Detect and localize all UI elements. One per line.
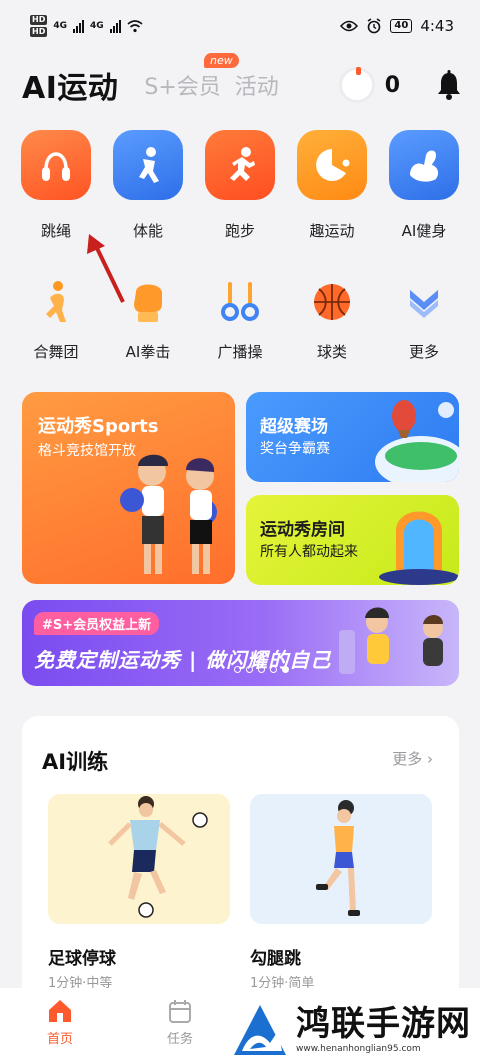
muscle-arm-icon	[389, 130, 459, 200]
sports-show-banner[interactable]: 运动秀Sports 格斗竞技馆开放	[22, 392, 235, 584]
chevron-right-icon: ›	[427, 750, 433, 768]
vip-promo-banner[interactable]: #S+会员权益上新 免费定制运动秀 | 做闪耀的自己	[22, 600, 459, 686]
feature-fitness[interactable]: 体能	[102, 130, 194, 241]
nav-label: 任务	[166, 1032, 193, 1047]
feature-label: 跑步	[224, 222, 255, 240]
feature-label: 合舞团	[33, 343, 79, 361]
feature-row-primary: 跳绳 体能 跑步 趣运动 AI健身	[10, 130, 470, 241]
feature-jump-rope[interactable]: 跳绳	[10, 130, 102, 241]
portal-illustration	[379, 511, 459, 585]
status-right: 40 4:43	[340, 17, 454, 35]
network-label: 4G	[90, 21, 104, 31]
carousel-dot[interactable]	[234, 666, 241, 673]
carousel-dot-active[interactable]	[282, 666, 289, 673]
jump-rope-icon	[21, 130, 91, 200]
new-badge: new	[204, 53, 239, 68]
tab-vip[interactable]: S+会员 new	[144, 53, 239, 101]
avatars-illustration	[339, 607, 443, 674]
tab-vip-label: S+会员	[144, 75, 221, 100]
battery-icon: 40	[390, 19, 413, 33]
running-icon	[205, 130, 275, 200]
bell-icon[interactable]	[436, 70, 462, 100]
jumping-woman-illustration	[316, 800, 360, 916]
fitness-runner-icon	[113, 130, 183, 200]
feature-running[interactable]: 跑步	[194, 130, 286, 241]
boxers-illustration	[120, 454, 217, 574]
page-title[interactable]: AI运动	[22, 63, 118, 107]
feature-more[interactable]: 更多	[378, 275, 470, 362]
watermark-brand: 鸿联手游网	[296, 1003, 471, 1044]
header: AI运动 S+会员 new 活动 0	[22, 53, 462, 110]
feature-label: 球类	[316, 343, 347, 361]
hd-badge: HD	[30, 27, 48, 37]
signal-icon	[73, 19, 84, 33]
carousel-dot[interactable]	[246, 666, 253, 673]
feature-ai-fitness[interactable]: AI健身	[378, 130, 470, 241]
progress-ring-icon	[338, 67, 375, 103]
feature-grid: 跳绳 体能 跑步 趣运动 AI健身 合舞团 AI拳击 广播操 球类 更多	[10, 130, 470, 362]
carousel-dots	[234, 666, 289, 673]
feature-label: AI拳击	[125, 343, 171, 361]
more-chevron-icon	[389, 275, 459, 329]
show-room-banner[interactable]: 运动秀房间 所有人都动起来	[246, 495, 459, 585]
watermark-url: www.henanhonglian95.com	[296, 1043, 421, 1054]
calendar-icon	[169, 1000, 191, 1023]
feature-ball-games[interactable]: 球类	[286, 275, 378, 362]
more-label: 更多	[392, 750, 423, 768]
score-value: 0	[384, 72, 400, 98]
promo-tag: #S+会员权益上新	[34, 612, 160, 635]
carousel-dot[interactable]	[258, 666, 265, 673]
fun-sport-icon	[297, 130, 367, 200]
tab-activity[interactable]: 活动	[235, 69, 279, 101]
signal-icon	[109, 19, 121, 33]
annotation-arrow	[87, 234, 125, 303]
nav-tasks[interactable]: 任务	[120, 988, 240, 1061]
home-icon	[49, 1000, 71, 1022]
watermark-logo	[234, 1004, 286, 1055]
feature-broadcast-gym[interactable]: 广播操	[194, 275, 286, 362]
feature-label: 趣运动	[309, 222, 355, 240]
training-card-football[interactable]	[48, 794, 230, 924]
status-bar: HD HD 4G 4G 40 4:43	[0, 0, 480, 52]
section-title: AI训练	[42, 750, 109, 774]
training-name: 足球停球	[48, 949, 116, 969]
feature-label: AI健身	[401, 222, 447, 240]
score-widget[interactable]: 0	[338, 67, 400, 103]
alarm-icon	[367, 18, 381, 34]
ai-training-section: AI训练 更多 › 足球停球 1分钟·中等 勾腿跳 1分钟·简单	[22, 716, 459, 1016]
hd-badge: HD	[30, 15, 48, 25]
eye-icon	[340, 20, 359, 32]
nav-home[interactable]: 首页	[0, 988, 120, 1061]
wifi-icon	[127, 20, 143, 33]
nav-label: 首页	[46, 1032, 73, 1047]
feature-label: 体能	[132, 222, 163, 240]
feature-label: 更多	[408, 343, 439, 361]
dance-icon	[21, 275, 91, 329]
super-arena-banner[interactable]: 超级赛场 奖台争霸赛	[246, 392, 459, 482]
network-label: 4G	[53, 21, 67, 31]
clock: 4:43	[420, 17, 454, 35]
feature-label: 广播操	[217, 343, 263, 361]
feature-fun-sport[interactable]: 趣运动	[286, 130, 378, 241]
basketball-icon	[297, 275, 367, 329]
football-player-illustration	[108, 796, 208, 918]
carousel-dot[interactable]	[270, 666, 277, 673]
watermark: 鸿联手游网 www.henanhonglian95.com	[232, 996, 480, 1061]
feature-row-secondary: 合舞团 AI拳击 广播操 球类 更多	[10, 275, 470, 362]
feature-label: 跳绳	[40, 222, 71, 240]
training-name: 勾腿跳	[250, 949, 301, 969]
more-link[interactable]: 更多 ›	[392, 748, 433, 769]
stadium-balloon-illustration	[375, 400, 459, 482]
gymnastics-rings-icon	[205, 275, 275, 329]
status-left: HD HD 4G 4G	[30, 15, 143, 37]
training-card-hook-jump[interactable]	[250, 794, 432, 924]
